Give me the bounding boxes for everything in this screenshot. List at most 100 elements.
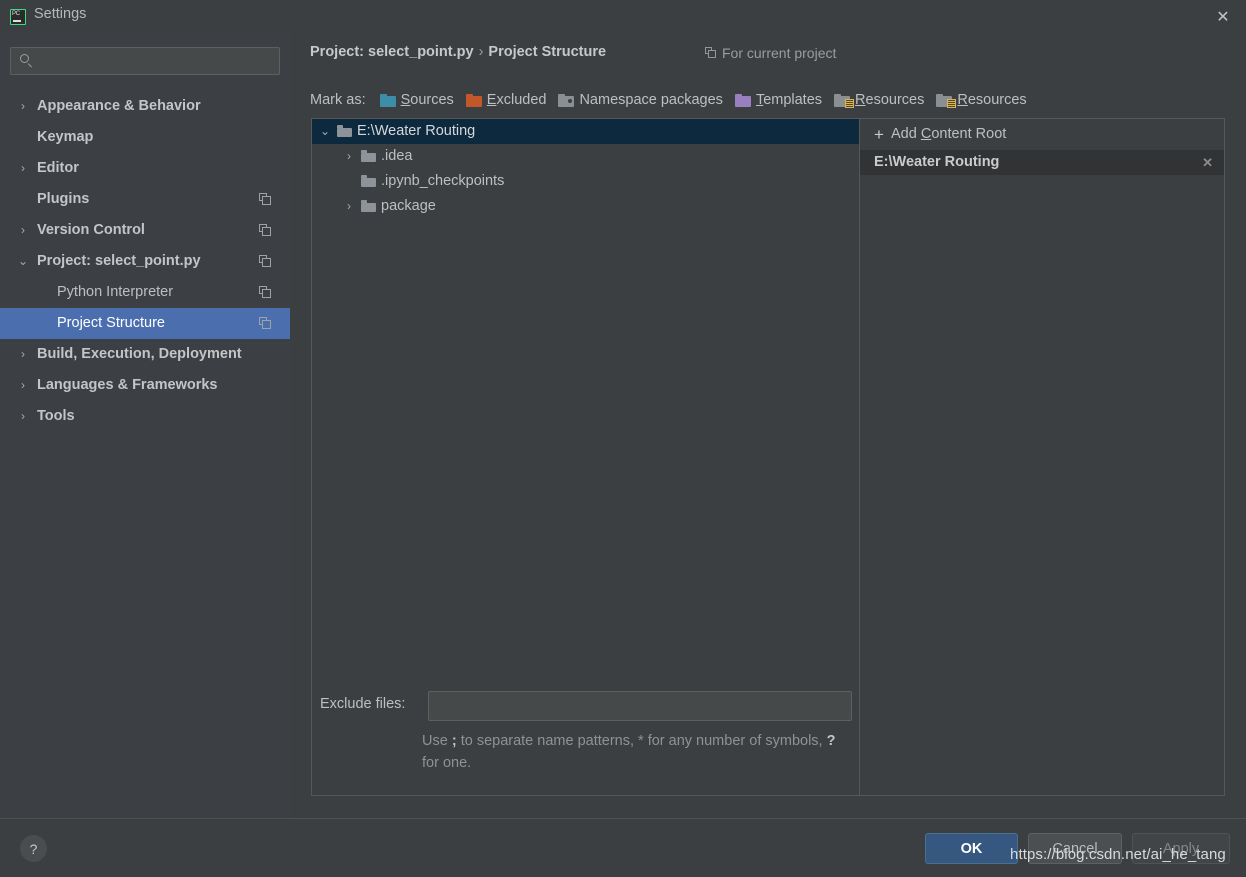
folder-icon xyxy=(337,125,352,137)
sidebar-item-label: Keymap xyxy=(37,129,94,145)
close-icon[interactable]: ✕ xyxy=(1212,6,1234,28)
copy-settings-icon[interactable] xyxy=(259,224,272,237)
breadcrumb: Project: select_point.py › Project Structu… xyxy=(310,44,606,60)
sidebar-item-appearance-behavior[interactable]: › Appearance & Behavior xyxy=(0,91,290,122)
mark-as-esources-button[interactable]: Resources xyxy=(936,92,1027,108)
copy-settings-icon[interactable] xyxy=(259,317,272,330)
ok-button[interactable]: OK xyxy=(925,833,1018,864)
tree-row-label: .ipynb_checkpoints xyxy=(381,173,505,189)
copy-settings-icon[interactable] xyxy=(259,255,272,268)
folder-icon xyxy=(361,175,376,187)
folder-templates-icon xyxy=(734,93,751,107)
settings-nav-list: › Appearance & Behavior Keymap › Editor Plugi… xyxy=(0,91,290,432)
chevron-icon[interactable]: ⌄ xyxy=(318,119,332,144)
mark-as-ources-button[interactable]: Sources xyxy=(379,92,454,108)
close-icon[interactable]: ✕ xyxy=(1202,150,1213,175)
tree-row[interactable]: › package xyxy=(312,194,859,219)
search-icon xyxy=(20,54,34,68)
sidebar-item-build-execution-deployment[interactable]: › Build, Execution, Deployment xyxy=(0,339,290,370)
window-title: Settings xyxy=(34,6,87,22)
folder-resources-icon xyxy=(834,93,855,108)
mark-as-label: Resources xyxy=(855,92,925,108)
add-content-root-button[interactable]: + Add Content Root xyxy=(860,119,1224,150)
settings-dialog: PC Settings ✕ › Appearance & Behavior Keym… xyxy=(0,0,1246,877)
sidebar-item-label: Build, Execution, Deployment xyxy=(37,346,242,362)
hint-question: ? xyxy=(826,733,836,749)
sidebar-item-keymap[interactable]: Keymap xyxy=(0,122,290,153)
mark-as-label: Excluded xyxy=(486,92,547,108)
chevron-icon[interactable]: › xyxy=(16,370,30,401)
chevron-icon[interactable]: › xyxy=(342,144,356,169)
mark-as-toolbar: Mark as: Sources Excluded Namespace packag… xyxy=(310,88,1039,112)
folder-excluded-icon xyxy=(465,93,482,107)
breadcrumb-parent[interactable]: Project: select_point.py xyxy=(310,44,474,60)
copy-settings-icon[interactable] xyxy=(259,193,272,206)
hint-part-3: symbols, xyxy=(765,733,827,749)
watermark: https://blog.csdn.net/ai_he_tang xyxy=(1010,846,1226,863)
content-roots-list: + Add Content Root E:\Weater Routing ✕ xyxy=(860,119,1224,795)
chevron-icon[interactable]: › xyxy=(16,91,30,122)
sidebar-item-label: Version Control xyxy=(37,222,145,238)
hint-part-1: Use xyxy=(422,733,452,749)
sidebar-item-editor[interactable]: › Editor xyxy=(0,153,290,184)
for-current-project-label: For current project xyxy=(722,45,837,61)
exclude-files-row: Exclude files: xyxy=(312,691,859,721)
project-structure-panel: ⌄ E:\Weater Routing › .idea .ipynb_checkpoin… xyxy=(311,118,1225,796)
tree-row-label: .idea xyxy=(381,148,413,164)
content-root-item[interactable]: E:\Weater Routing ✕ xyxy=(860,150,1224,175)
tree-row-label: E:\Weater Routing xyxy=(357,123,476,139)
sidebar-item-python-interpreter[interactable]: Python Interpreter xyxy=(0,277,290,308)
chevron-icon[interactable]: › xyxy=(16,153,30,184)
folder-resources-icon xyxy=(936,93,957,108)
search-box[interactable] xyxy=(10,47,280,75)
chevron-icon[interactable]: › xyxy=(342,194,356,219)
sidebar-item-label: Tools xyxy=(37,408,75,424)
content-root-tree: ⌄ E:\Weater Routing › .idea .ipynb_checkpoin… xyxy=(312,119,859,795)
sidebar-item-label: Project: select_point.py xyxy=(37,253,201,269)
mark-as-namespace-packages-button[interactable]: Namespace packages xyxy=(558,92,723,108)
sidebar-item-label: Plugins xyxy=(37,191,90,207)
copy-scope-icon xyxy=(705,47,717,59)
exclude-files-label: Exclude files: xyxy=(320,696,406,712)
chevron-icon[interactable]: ⌄ xyxy=(16,246,30,277)
mark-as-label: Resources xyxy=(957,92,1027,108)
exclude-files-input[interactable] xyxy=(428,691,852,721)
for-current-project[interactable]: For current project xyxy=(705,45,836,61)
mark-as-xcluded-button[interactable]: Excluded xyxy=(465,92,547,108)
settings-sidebar: › Appearance & Behavior Keymap › Editor Plugi… xyxy=(0,33,290,818)
mark-as-label: Mark as: xyxy=(310,92,366,108)
content-root-path: E:\Weater Routing xyxy=(874,154,1000,170)
mark-as-emplates-button[interactable]: Templates xyxy=(734,92,823,108)
sidebar-item-project-select-point-py[interactable]: ⌄ Project: select_point.py xyxy=(0,246,290,277)
pycharm-icon: PC xyxy=(10,9,26,25)
tree-row[interactable]: ⌄ E:\Weater Routing xyxy=(312,119,859,144)
sidebar-item-label: Editor xyxy=(37,160,79,176)
mark-as-label: Sources xyxy=(400,92,454,108)
folder-sources-icon xyxy=(379,93,396,107)
plus-icon: + xyxy=(874,125,884,144)
sidebar-item-label: Appearance & Behavior xyxy=(37,98,201,114)
sidebar-item-plugins[interactable]: Plugins xyxy=(0,184,290,215)
mark-as-label: Namespace packages xyxy=(579,92,723,108)
search-input[interactable] xyxy=(41,52,271,72)
tree-row[interactable]: .ipynb_checkpoints xyxy=(312,169,859,194)
sidebar-item-tools[interactable]: › Tools xyxy=(0,401,290,432)
folder-namespace-icon xyxy=(558,93,575,107)
settings-content: Project: select_point.py › Project Structu… xyxy=(290,33,1246,818)
help-button[interactable]: ? xyxy=(20,835,47,862)
folder-icon xyxy=(361,150,376,162)
copy-settings-icon[interactable] xyxy=(259,286,272,299)
tree-row[interactable]: › .idea xyxy=(312,144,859,169)
chevron-icon[interactable]: › xyxy=(16,401,30,432)
chevron-icon[interactable]: › xyxy=(16,215,30,246)
mark-as-label: Templates xyxy=(755,92,823,108)
sidebar-item-project-structure[interactable]: Project Structure xyxy=(0,308,290,339)
sidebar-item-languages-frameworks[interactable]: › Languages & Frameworks xyxy=(0,370,290,401)
sidebar-item-version-control[interactable]: › Version Control xyxy=(0,215,290,246)
tree-row-label: package xyxy=(381,198,436,214)
mark-as-esources-button[interactable]: Resources xyxy=(834,92,924,108)
chevron-icon[interactable]: › xyxy=(16,339,30,370)
sidebar-item-label: Languages & Frameworks xyxy=(37,377,218,393)
breadcrumb-current: Project Structure xyxy=(488,44,607,60)
hint-part-4: for one. xyxy=(422,755,472,771)
